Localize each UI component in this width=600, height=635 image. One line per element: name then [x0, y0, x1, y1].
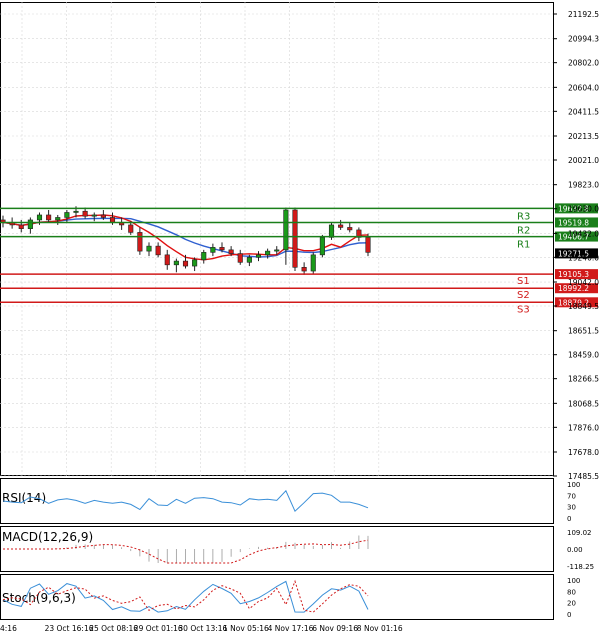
subpanel-tick-label: 109.02 — [567, 529, 592, 537]
level-name-r2: R2 — [517, 225, 530, 236]
candle-body — [128, 224, 134, 233]
price-tick-label: 20994.3 — [568, 35, 599, 44]
subpanel-tick-label: 100 — [567, 577, 580, 585]
candle-body — [347, 227, 353, 231]
candle-body — [246, 257, 252, 263]
rsi-axis: 100 70 30 0 — [567, 481, 580, 523]
price-tick-label: 19042.0 — [568, 278, 599, 287]
rsi-panel-frame — [0, 478, 554, 524]
candle-body — [146, 245, 152, 252]
price-tick-label: 20604.0 — [568, 83, 599, 92]
main-panel-frame — [0, 2, 554, 476]
level-name-s2: S2 — [517, 290, 530, 301]
price-tick-label: 21192.5 — [568, 10, 599, 19]
candle-body — [274, 249, 280, 252]
candle-body — [319, 237, 325, 256]
date-tick-label: 29 Oct 01:16 — [134, 624, 183, 633]
candle-body — [301, 267, 307, 272]
candle-body — [36, 214, 43, 221]
date-tick-label: 30 Oct 13:16 — [178, 624, 227, 633]
candle-body — [173, 260, 179, 266]
subpanel-tick-label: 0.00 — [567, 546, 583, 554]
price-tick-label: 17678.0 — [568, 448, 599, 457]
date-tick-label: 25 Oct 08:16 — [89, 624, 138, 633]
price-tick-label: 18459.0 — [568, 351, 599, 360]
chart: R319632.8R219519.8R119406.7S119105.3S218… — [0, 2, 599, 633]
candle-body — [64, 212, 70, 218]
candle-body — [265, 250, 271, 256]
macd-axis: 109.02 0.00 -118.25 — [567, 529, 594, 571]
price-tick-label: 20021.0 — [568, 156, 599, 165]
candle-body — [155, 245, 161, 256]
date-tick-label: 4 Nov 17:16 — [268, 624, 314, 633]
level-name-s3: S3 — [517, 304, 530, 315]
level-name-r1: R1 — [517, 240, 530, 251]
date-tick-label: 23 Oct 16:16 — [45, 624, 94, 633]
rsi-title: RSI(14) — [2, 491, 46, 505]
price-tick-label: 17485.5 — [568, 472, 599, 481]
price-tick-label: 20411.5 — [568, 107, 599, 116]
level-value-label: 19519.8 — [558, 218, 589, 227]
candle-body — [292, 209, 298, 268]
macd-title: MACD(12,26,9) — [2, 530, 93, 544]
candle-body — [219, 247, 225, 251]
price-tick-label: 18849.5 — [568, 302, 599, 311]
date-axis: 4:16 23 Oct 16:1625 Oct 08:1629 Oct 01:16… — [0, 624, 403, 633]
candle-body — [55, 217, 61, 221]
candle-body — [18, 224, 24, 229]
candle-body — [137, 232, 143, 252]
price-tick-label: 20802.0 — [568, 59, 599, 68]
candle-body — [365, 237, 371, 253]
candle-body — [46, 214, 52, 221]
price-tick-label: 18266.5 — [568, 375, 599, 384]
price-tick-label: 20213.5 — [568, 132, 599, 141]
candle-body — [255, 254, 262, 258]
stoch-axis: 100 80 20 0 — [567, 577, 580, 619]
subpanel-tick-label: -118.25 — [567, 563, 594, 571]
subpanel-tick-label: 80 — [567, 588, 576, 596]
subpanel-tick-label: 30 — [567, 504, 576, 512]
price-tick-label: 17876.0 — [568, 423, 599, 432]
level-name-r3: R3 — [517, 211, 530, 222]
candle-body — [283, 209, 289, 251]
candle-body — [91, 214, 97, 217]
price-tick-label: 19240.0 — [568, 253, 599, 262]
candle-body — [27, 219, 33, 229]
candle-body — [164, 254, 170, 266]
subpanel-tick-label: 0 — [567, 611, 571, 619]
price-tick-label: 19630.0 — [568, 205, 599, 214]
price-tick-label: 19823.0 — [568, 181, 599, 190]
date-tick-label: 6 Nov 09:16 — [312, 624, 358, 633]
stoch-title: Stoch(9,6,3) — [2, 591, 76, 605]
subpanel-tick-label: 100 — [567, 481, 580, 489]
candle-body — [82, 210, 88, 217]
price-tick-label: 18651.5 — [568, 327, 599, 336]
subpanel-tick-label: 0 — [567, 515, 571, 523]
date-tick-label: 4:16 — [0, 624, 17, 633]
date-tick-label: 8 Nov 01:16 — [357, 624, 403, 633]
candle-body — [182, 260, 189, 267]
candle-body — [338, 224, 344, 228]
price-tick-label: 19432.0 — [568, 229, 599, 238]
candle-body — [73, 210, 79, 213]
candle-body — [192, 259, 198, 267]
date-tick-label: 1 Nov 05:16 — [223, 624, 269, 633]
stoch-panel-frame — [0, 574, 554, 620]
subpanel-tick-label: 20 — [567, 600, 576, 608]
candle-body — [328, 224, 335, 238]
candle-body — [237, 253, 243, 263]
candle-body — [100, 214, 106, 218]
candle-body — [228, 249, 234, 254]
candle-body — [201, 252, 207, 261]
subpanel-tick-label: 70 — [567, 492, 576, 500]
price-tick-label: 18068.5 — [568, 399, 599, 408]
level-name-s1: S1 — [517, 276, 530, 287]
candle-body — [210, 247, 216, 253]
price-axis: 21192.5 20994.3 20802.0 20604.0 20411.5 20213… — [553, 10, 599, 481]
candle-body — [109, 217, 116, 223]
candle-body — [310, 254, 316, 272]
